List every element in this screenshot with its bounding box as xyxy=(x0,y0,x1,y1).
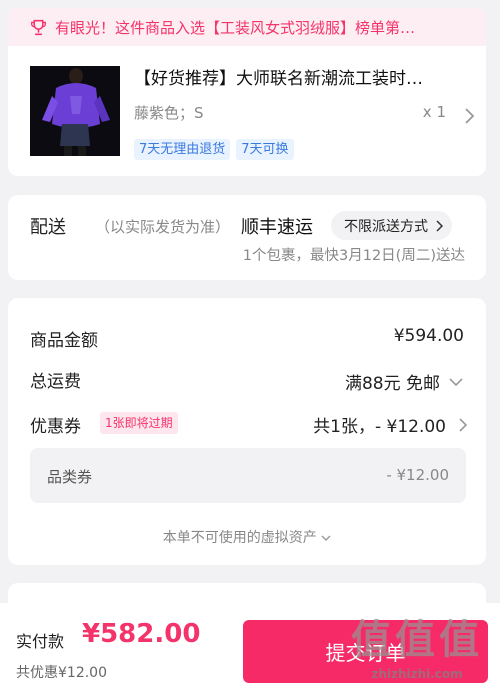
freight-row[interactable]: 满88元 免邮 xyxy=(345,369,464,394)
submit-order-label: 提交订单 xyxy=(325,641,406,665)
chevron-right-icon xyxy=(436,220,443,232)
submit-order-button[interactable]: 提交订单 xyxy=(243,620,488,683)
virtual-assets-label: 本单不可使用的虚拟资产 xyxy=(162,530,317,546)
chevron-right-icon[interactable] xyxy=(463,107,475,125)
goods-amount-label: 商品金额 xyxy=(30,331,98,351)
trophy-icon xyxy=(31,19,46,35)
coupon-label: 优惠券 xyxy=(30,417,81,437)
tag-exchange: 7天可换 xyxy=(236,139,294,160)
product-quantity: x 1 xyxy=(422,103,446,121)
checkout-bar: 实付款 ¥582.00 共优惠¥12.00 提交订单 值值值 zhizhizhi… xyxy=(0,603,500,695)
goods-amount-value: ¥594.00 xyxy=(393,326,464,346)
category-coupon-label: 品类券 xyxy=(47,468,93,486)
coupon-row[interactable]: 共1张，- ¥12.00 xyxy=(313,412,468,437)
shipping-label: 配送 xyxy=(30,217,66,238)
coupon-value: 共1张，- ¥12.00 xyxy=(313,417,446,437)
delivery-eta: 1个包裹，最快3月12日(周二)送达 xyxy=(242,248,465,264)
product-title[interactable]: 【好货推荐】大师联名新潮流工装时… xyxy=(134,64,434,89)
freight-value: 满88元 免邮 xyxy=(344,374,440,394)
product-image[interactable] xyxy=(30,66,120,156)
shipping-note: （以实际发货为准） xyxy=(95,218,231,236)
chevron-right-icon xyxy=(459,417,468,432)
chevron-down-icon xyxy=(449,377,463,386)
product-sku: 藤紫色；S xyxy=(134,104,204,122)
product-photo xyxy=(30,66,120,156)
delivery-method-button[interactable]: 不限派送方式 xyxy=(331,211,452,240)
price-card: 商品金额 ¥594.00 总运费 满88元 免邮 优惠券 1张即将过期 共1张，… xyxy=(8,298,486,565)
shipping-card: 配送 （以实际发货为准） 顺丰速运 不限派送方式 1个包裹，最快3月12日(周二… xyxy=(8,195,486,280)
delivery-method-label: 不限派送方式 xyxy=(344,218,428,235)
banner-text: 有眼光！这件商品入选【工装风女式羽绒服】榜单第… xyxy=(55,18,416,37)
virtual-assets-toggle[interactable]: 本单不可使用的虚拟资产 xyxy=(8,527,486,547)
category-coupon-box: 品类券 - ¥12.00 xyxy=(30,448,466,503)
shipping-carrier: 顺丰速运 xyxy=(241,217,313,238)
chevron-down-icon xyxy=(321,535,331,541)
product-card[interactable]: 【好货推荐】大师联名新潮流工装时… 藤紫色；S x 1 7天无理由退货 7天可换 xyxy=(8,46,486,176)
pay-label: 实付款 xyxy=(16,632,65,651)
total-discount: 共优惠¥12.00 xyxy=(16,665,107,681)
service-tags: 7天无理由退货 7天可换 xyxy=(134,139,294,160)
tag-return: 7天无理由退货 xyxy=(134,139,231,160)
category-coupon-value: - ¥12.00 xyxy=(386,466,449,484)
ranking-banner[interactable]: 有眼光！这件商品入选【工装风女式羽绒服】榜单第… xyxy=(8,8,486,46)
freight-label: 总运费 xyxy=(30,372,81,392)
coupon-expiring-badge: 1张即将过期 xyxy=(100,412,178,434)
pay-amount: ¥582.00 xyxy=(82,619,201,649)
